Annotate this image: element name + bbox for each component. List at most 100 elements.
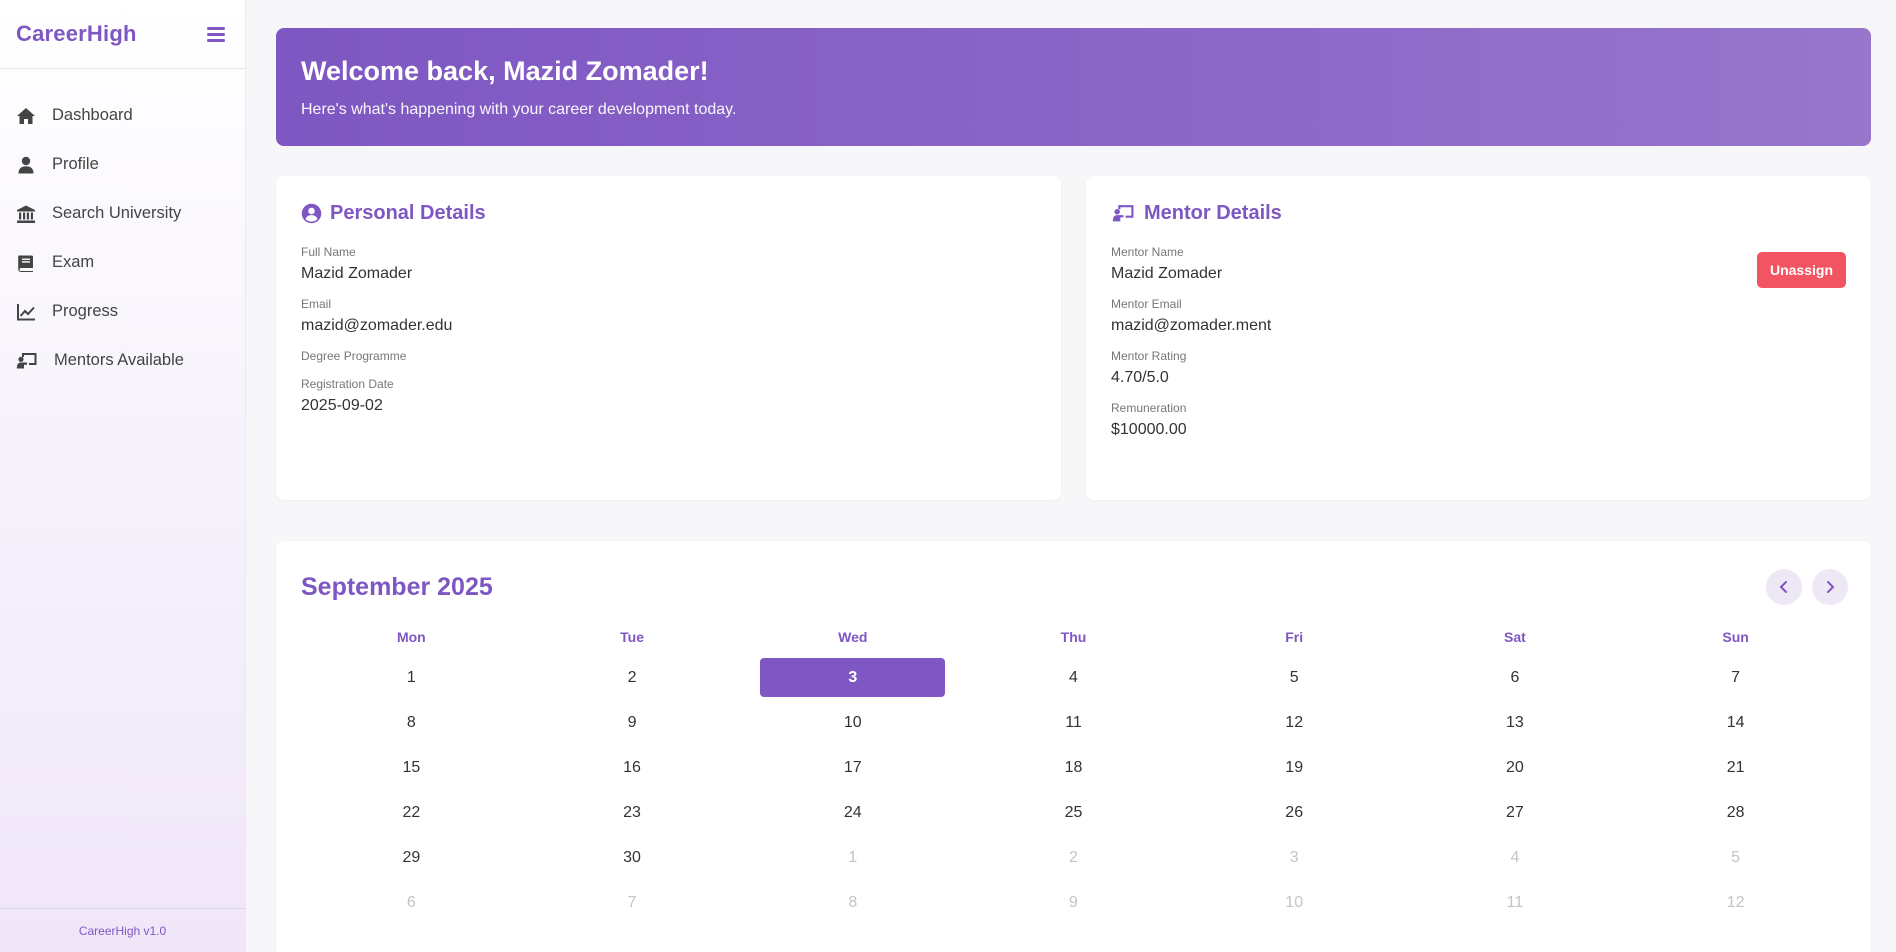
weekday-header-row: Mon Tue Wed Thu Fri Sat Sun <box>301 625 1846 649</box>
calendar-day-number: 7 <box>627 893 637 911</box>
calendar-day[interactable]: 22 <box>301 790 522 835</box>
calendar-day-number: 10 <box>1285 893 1304 911</box>
sidebar-item-mentors-available[interactable]: Mentors Available <box>0 336 245 385</box>
sidebar-item-label: Progress <box>52 302 119 320</box>
sidebar-item-dashboard[interactable]: Dashboard <box>0 91 245 140</box>
sidebar-item-progress[interactable]: Progress <box>0 287 245 336</box>
field-value: Mazid Zomader <box>1111 265 1223 282</box>
calendar-day[interactable]: 30 <box>522 835 743 880</box>
calendar-day-number: 28 <box>1726 803 1745 821</box>
weekday-label: Mon <box>396 629 426 645</box>
calendar-day-number: 19 <box>1285 758 1304 776</box>
home-icon <box>16 106 52 126</box>
calendar-day[interactable]: 27 <box>1405 790 1626 835</box>
sidebar-item-search-university[interactable]: Search University <box>0 189 245 238</box>
weekday-label: Sat <box>1504 629 1526 645</box>
calendar-day-number: 5 <box>1289 668 1299 686</box>
sidebar-item-label: Mentors Available <box>54 351 184 369</box>
calendar-day-number: 29 <box>402 848 421 866</box>
calendar-day[interactable]: 13 <box>1405 700 1626 745</box>
personal-fields: Full Name Mazid Zomader Email mazid@zoma… <box>301 245 1036 415</box>
calendar-day-number: 12 <box>1285 713 1304 731</box>
calendar-day[interactable]: 8 <box>301 700 522 745</box>
calendar-day-number: 9 <box>627 713 637 731</box>
calendar-day[interactable]: 10 <box>742 700 963 745</box>
calendar-day[interactable]: 5 <box>1625 835 1846 880</box>
calendar-day-number: 2 <box>1069 848 1078 866</box>
chevron-left-icon <box>1779 581 1787 593</box>
calendar-day[interactable]: 12 <box>1625 880 1846 925</box>
calendar-day[interactable]: 9 <box>963 880 1184 925</box>
calendar-days-grid: 1 2 3 4 5 6 7 8 9 10 11 12 13 14 15 16 17 18 19 20 21 22 23 24 2… <box>301 655 1846 925</box>
next-month-button[interactable] <box>1812 569 1848 605</box>
calendar-day[interactable]: 29 <box>301 835 522 880</box>
brand-logo[interactable]: CareerHigh <box>16 21 137 47</box>
chart-line-icon <box>16 302 52 322</box>
calendar-day[interactable]: 8 <box>742 880 963 925</box>
calendar-day[interactable]: 24 <box>742 790 963 835</box>
calendar-day[interactable]: 1 <box>301 655 522 700</box>
calendar-day[interactable]: 2 <box>522 655 743 700</box>
chalkboard-teacher-icon <box>16 351 54 371</box>
calendar-day-number: 8 <box>406 713 416 731</box>
sidebar-item-label: Dashboard <box>52 106 133 124</box>
prev-month-button[interactable] <box>1766 569 1802 605</box>
calendar-day[interactable]: 9 <box>522 700 743 745</box>
calendar-month-title: September 2025 <box>301 572 493 601</box>
calendar-day-number: 7 <box>1731 668 1741 686</box>
calendar-day[interactable]: 4 <box>963 655 1184 700</box>
calendar-day[interactable]: 6 <box>301 880 522 925</box>
calendar-day-number: 20 <box>1506 758 1524 776</box>
weekday-label: Tue <box>620 629 644 645</box>
unassign-button[interactable]: Unassign <box>1757 252 1846 288</box>
calendar-day[interactable]: 5 <box>1184 655 1405 700</box>
calendar-day[interactable]: 25 <box>963 790 1184 835</box>
calendar-day[interactable]: 11 <box>963 700 1184 745</box>
calendar-day[interactable]: 3 <box>1184 835 1405 880</box>
calendar-day[interactable]: 17 <box>742 745 963 790</box>
calendar-day-number: 17 <box>843 758 862 776</box>
calendar-day[interactable]: 15 <box>301 745 522 790</box>
calendar-day[interactable]: 10 <box>1184 880 1405 925</box>
calendar-day[interactable]: 20 <box>1405 745 1626 790</box>
calendar-day[interactable]: 21 <box>1625 745 1846 790</box>
full-name-field: Full Name Mazid Zomader <box>301 245 1036 283</box>
calendar-day[interactable]: 7 <box>522 880 743 925</box>
calendar-day[interactable]: 16 <box>522 745 743 790</box>
calendar-day[interactable]: 11 <box>1405 880 1626 925</box>
calendar-day-today[interactable]: 3 <box>742 655 963 700</box>
calendar-day[interactable]: 19 <box>1184 745 1405 790</box>
calendar-card: September 2025 Mon Tue Wed Thu Fri Sat S… <box>276 541 1871 952</box>
calendar-day-number: 3 <box>760 658 946 697</box>
calendar-day[interactable]: 4 <box>1405 835 1626 880</box>
calendar-day[interactable]: 26 <box>1184 790 1405 835</box>
weekday-label: Sun <box>1722 629 1749 645</box>
welcome-title: Welcome back, Mazid Zomader! <box>301 56 709 86</box>
field-value: mazid@zomader.ment <box>1111 317 1272 334</box>
calendar-day[interactable]: 28 <box>1625 790 1846 835</box>
calendar-day-number: 16 <box>623 758 641 776</box>
calendar-day-number: 2 <box>627 668 637 686</box>
field-label: Remuneration <box>1111 401 1187 415</box>
field-value: 4.70/5.0 <box>1111 369 1169 386</box>
university-icon <box>16 204 52 224</box>
calendar-day[interactable]: 12 <box>1184 700 1405 745</box>
chevron-right-icon <box>1827 581 1835 593</box>
sidebar-item-profile[interactable]: Profile <box>0 140 245 189</box>
calendar-day-number: 27 <box>1506 803 1524 821</box>
registration-date-field: Registration Date 2025-09-02 <box>301 377 1036 415</box>
calendar-day-number: 24 <box>843 803 862 821</box>
calendar-day-number: 5 <box>1731 848 1741 866</box>
calendar-day[interactable]: 18 <box>963 745 1184 790</box>
calendar-day[interactable]: 2 <box>963 835 1184 880</box>
sidebar-item-label: Search University <box>52 204 182 222</box>
calendar-day-number: 4 <box>1510 848 1520 866</box>
calendar-day[interactable]: 6 <box>1405 655 1626 700</box>
sidebar-item-exam[interactable]: Exam <box>0 238 245 287</box>
menu-toggle-icon[interactable] <box>207 26 225 42</box>
calendar-day[interactable]: 7 <box>1625 655 1846 700</box>
calendar-day[interactable]: 23 <box>522 790 743 835</box>
calendar-day[interactable]: 14 <box>1625 700 1846 745</box>
calendar-day-number: 15 <box>402 758 421 776</box>
calendar-day[interactable]: 1 <box>742 835 963 880</box>
